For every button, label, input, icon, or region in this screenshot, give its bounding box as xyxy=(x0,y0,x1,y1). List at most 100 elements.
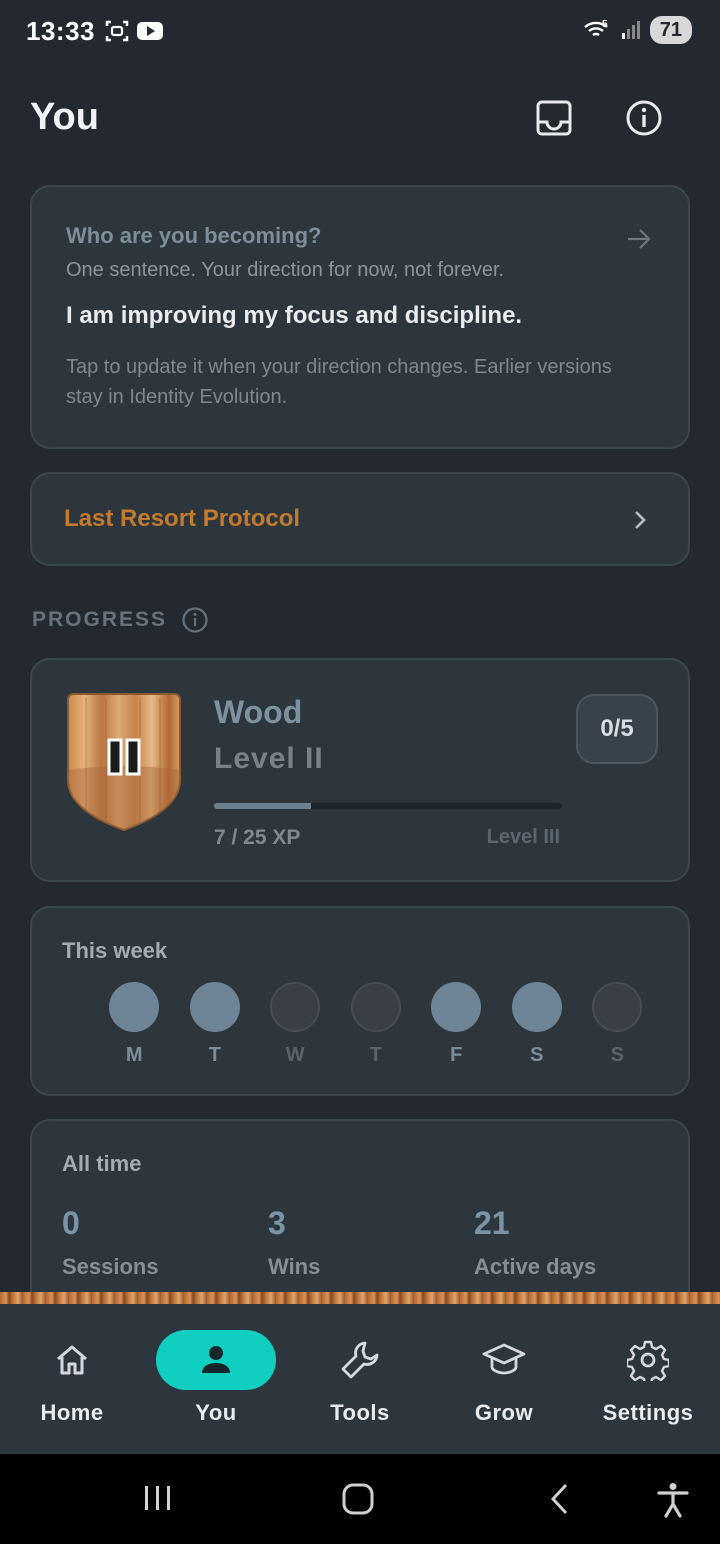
day-letter: T xyxy=(369,1044,382,1066)
day-letter: F xyxy=(450,1044,463,1066)
stat-label: Active days xyxy=(474,1254,597,1279)
nav-item-home[interactable]: Home xyxy=(0,1330,144,1426)
wifi-icon: 5 xyxy=(583,19,608,37)
day-dot-active xyxy=(109,982,160,1032)
wood-rank-badge xyxy=(67,693,181,832)
xp-progress-bar xyxy=(214,803,562,809)
nav-icon-container xyxy=(588,1330,708,1390)
stat-value: 3 xyxy=(268,1205,286,1241)
this-week-title: This week xyxy=(62,938,168,963)
wrench-icon xyxy=(341,1341,379,1379)
back-icon[interactable] xyxy=(546,1482,576,1516)
week-day: S xyxy=(497,982,578,1067)
day-dot-inactive xyxy=(350,982,401,1032)
nav-item-you[interactable]: You xyxy=(144,1330,288,1426)
screenshot-icon xyxy=(105,20,129,42)
last-resort-card[interactable]: Last Resort Protocol xyxy=(30,472,690,566)
day-letter: S xyxy=(610,1044,624,1066)
nav-item-tools[interactable]: Tools xyxy=(288,1330,432,1426)
last-resort-label: Last Resort Protocol xyxy=(64,505,301,532)
all-time-title: All time xyxy=(62,1151,142,1176)
stat-wins: 3 Wins xyxy=(268,1205,474,1280)
day-letter: M xyxy=(125,1044,143,1066)
battery-icon: 71 xyxy=(649,16,692,44)
stat-label: Wins xyxy=(268,1254,321,1279)
nav-item-grow[interactable]: Grow xyxy=(432,1330,576,1426)
day-dot-inactive xyxy=(270,982,321,1032)
accessibility-icon[interactable] xyxy=(654,1482,692,1518)
day-dot-inactive xyxy=(592,982,643,1032)
inbox-icon xyxy=(536,100,572,136)
arrow-right-icon xyxy=(628,229,651,249)
graduation-cap-icon xyxy=(482,1343,526,1375)
week-day: T xyxy=(336,982,417,1067)
progress-section-title: PROGRESS xyxy=(32,606,209,634)
home-button-icon[interactable] xyxy=(340,1482,376,1516)
nav-icon-container xyxy=(444,1330,564,1390)
status-bar: 13:33 5 71 xyxy=(0,0,720,62)
progress-section-label: PROGRESS xyxy=(32,608,168,631)
week-day: S xyxy=(577,982,658,1067)
all-time-stats: 0 Sessions 3 Wins 21 Active days xyxy=(62,1205,680,1280)
wood-divider xyxy=(0,1292,720,1304)
nav-item-settings[interactable]: Settings xyxy=(576,1330,720,1426)
gear-icon xyxy=(627,1340,669,1381)
rank-card[interactable]: Wood Level II 0/5 7 / 25 XP Level III xyxy=(30,658,690,882)
day-dot-active xyxy=(189,982,240,1032)
day-dot-active xyxy=(431,982,482,1032)
nav-label: Tools xyxy=(330,1400,390,1425)
signal-icon xyxy=(621,21,640,39)
person-icon xyxy=(202,1346,230,1373)
progress-info-icon[interactable] xyxy=(181,606,209,634)
nav-icon-container xyxy=(12,1330,132,1390)
inbox-button[interactable] xyxy=(530,94,578,142)
recent-apps-icon[interactable] xyxy=(140,1482,176,1514)
page-title: You xyxy=(30,96,99,138)
battery-level: 71 xyxy=(659,19,682,41)
nav-label: You xyxy=(195,1400,237,1425)
nav-label: Grow xyxy=(474,1400,534,1425)
identity-question: Who are you becoming? xyxy=(66,223,322,248)
nav-icon-container xyxy=(300,1330,420,1390)
nav-label: Settings xyxy=(602,1400,694,1425)
identity-statement: I am improving my focus and discipline. xyxy=(66,302,523,329)
nav-icon-container-active xyxy=(156,1330,276,1390)
stat-active-days: 21 Active days xyxy=(474,1205,680,1280)
chevron-right-icon xyxy=(635,511,646,529)
rank-count-pill: 0/5 xyxy=(576,694,658,764)
stat-label: Sessions xyxy=(62,1254,159,1279)
this-week-card: This week M T W T F S S xyxy=(30,906,690,1096)
week-day: F xyxy=(416,982,497,1067)
status-time: 13:33 xyxy=(26,16,95,46)
stat-sessions: 0 Sessions xyxy=(62,1205,268,1280)
day-letter: W xyxy=(285,1044,305,1066)
system-navigation-bar xyxy=(0,1454,720,1544)
home-icon xyxy=(57,1345,87,1375)
week-day: M xyxy=(94,982,175,1067)
rank-count: 0/5 xyxy=(600,715,634,742)
next-level-label: Level III xyxy=(486,826,560,848)
info-icon xyxy=(626,100,662,136)
week-days: MTWTFSS xyxy=(94,982,658,1067)
nav-label: Home xyxy=(40,1400,104,1425)
xp-progress-fill xyxy=(214,803,312,809)
day-letter: T xyxy=(208,1044,221,1066)
identity-note: Tap to update it when your direction cha… xyxy=(66,356,612,408)
week-day: W xyxy=(255,982,336,1067)
info-button[interactable] xyxy=(620,94,668,142)
rank-level: Level II xyxy=(214,742,324,775)
bottom-navigation: Home You Tools Grow Settings xyxy=(0,1304,720,1454)
day-letter: S xyxy=(530,1044,544,1066)
stat-value: 21 xyxy=(474,1205,510,1241)
stat-value: 0 xyxy=(62,1205,80,1241)
rank-name: Wood xyxy=(214,694,303,730)
youtube-icon xyxy=(137,22,163,40)
week-day: T xyxy=(175,982,256,1067)
xp-text: 7 / 25 XP xyxy=(214,826,301,849)
day-dot-active xyxy=(511,982,562,1032)
svg-text:5: 5 xyxy=(602,19,608,30)
identity-subtitle: One sentence. Your direction for now, no… xyxy=(66,259,505,281)
status-icons-left xyxy=(104,18,164,44)
identity-card[interactable]: Who are you becoming? One sentence. Your… xyxy=(30,185,690,449)
status-icons-right: 5 71 xyxy=(582,16,692,44)
